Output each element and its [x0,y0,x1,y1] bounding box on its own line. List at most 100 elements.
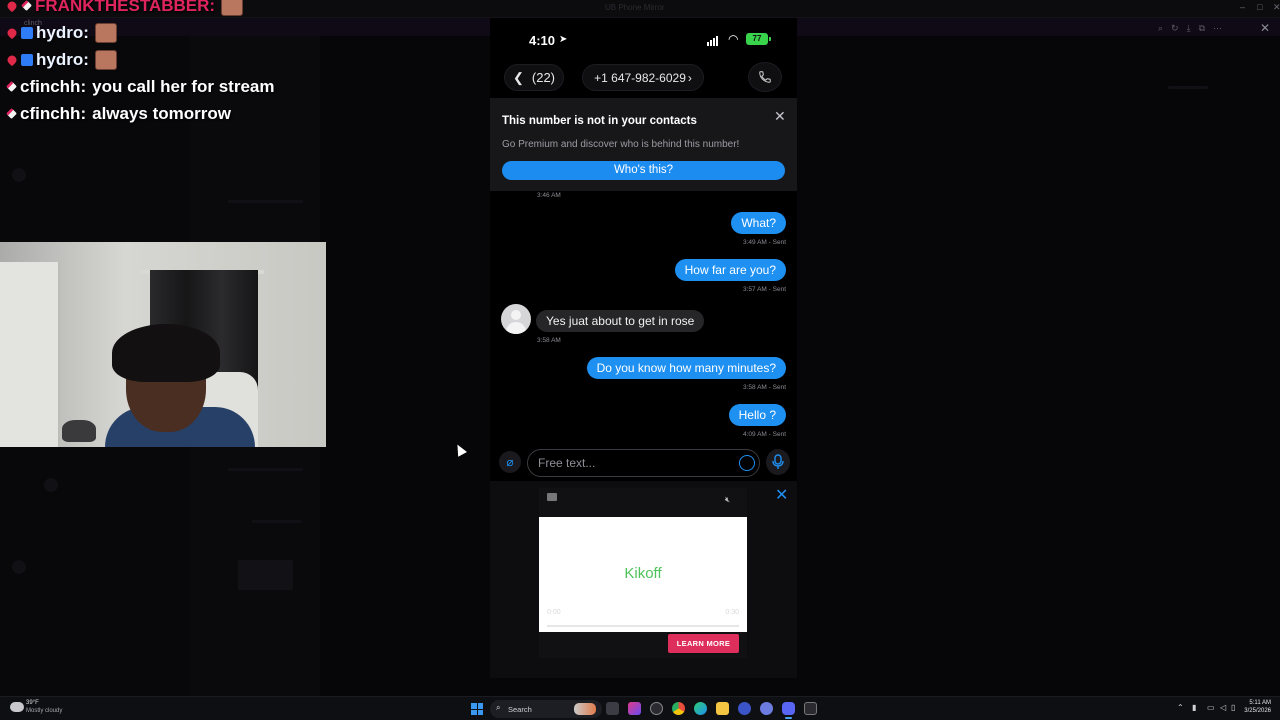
ad-progress-bar [547,625,739,627]
contact-number-button[interactable]: +1 647-982-6029 › [582,64,704,91]
weather-temp[interactable]: 39°F [26,700,39,706]
heart-badge-icon [5,26,19,39]
tray-expand-icon[interactable]: ⌃ [1177,703,1184,712]
heart-badge-icon [5,53,19,66]
message-timestamp: 4:09 AM - Sent [743,431,786,438]
contact-avatar[interactable] [501,304,531,334]
taskbar-clock-time[interactable]: 5:11 AM [1241,700,1271,706]
edge-icon[interactable] [694,702,707,715]
cloud-icon[interactable] [10,702,24,712]
mirror-close-icon[interactable]: ✕ [1260,21,1270,35]
location-icon: ➤ [559,34,568,45]
chat-username: hydro [36,22,84,42]
learn-more-button[interactable]: LEARN MORE [668,634,739,653]
file-explorer-icon[interactable] [716,702,729,715]
message-composer: ⌀ [490,447,797,481]
call-button[interactable] [748,62,782,92]
chat-message: FRANKTHESTABBER : [5,0,274,19]
emoji-icon[interactable] [739,455,755,471]
message-input[interactable] [538,455,728,471]
ad-info-icon[interactable] [547,493,557,501]
discord-icon[interactable] [782,702,795,719]
bg-decoration [12,168,26,182]
attach-icon[interactable]: ⌀ [499,451,521,473]
chat-message: hydro : [5,46,274,73]
message-bubble-outgoing[interactable]: Hello ? [728,404,786,426]
rotate-icon[interactable]: ↻ [1171,23,1179,34]
mute-icon[interactable]: 🔇︎ [725,495,730,505]
maximize-icon[interactable]: □ [1257,2,1262,12]
ad-close-icon[interactable]: ✕ [775,485,788,505]
message-bubble-outgoing[interactable]: How far are you? [674,259,786,281]
tray-app-icon[interactable]: ▮ [1192,703,1196,712]
terminal-icon[interactable] [804,702,817,715]
task-view-icon[interactable] [606,702,619,715]
conversation-header: ❮ (22) +1 647-982-6029 › [490,62,797,102]
message-bubble-outgoing[interactable]: Do you know how many minutes? [586,357,786,379]
taskbar: 39°F Mostly cloudy ⌕ Search ⌃ ▮ ▭ ◁ ▯ 5:… [0,696,1280,720]
heart-badge-icon [5,0,19,12]
message-bubble-incoming[interactable]: Yes juat about to get in rose [536,310,705,332]
search-label: Search [508,705,532,714]
zoom-icon[interactable]: ⌕ [1158,23,1163,34]
chat-separator: : [80,76,87,96]
microphone-button[interactable] [766,449,790,475]
chat-separator: : [80,103,87,123]
popout-icon[interactable]: ⧉ [1199,23,1205,34]
screen: UB Phone Mirror – □ ✕ ⌕ ↻ ⤓ ⧉ ⋯ ✕ FRANKT… [0,0,1280,720]
app-icon[interactable] [760,702,773,715]
weather-description[interactable]: Mostly cloudy [26,708,62,714]
bg-decoration [12,560,26,574]
bg-decoration [228,200,303,203]
bg-window-title: UB Phone Mirror [605,3,665,12]
sub-badge-icon [21,53,33,66]
chat-text: you call her for stream [92,76,275,96]
minimize-icon[interactable]: – [1240,2,1245,12]
battery-tray-icon[interactable]: ▯ [1231,703,1235,712]
message-bubble-outgoing[interactable]: What? [731,212,786,234]
chat-username: hydro [36,49,84,69]
status-bar: 4:10 ➤ ◠ 77 [490,18,797,64]
volume-icon[interactable]: ◁ [1220,703,1226,712]
close-icon[interactable]: ✕ [774,108,786,125]
download-icon[interactable]: ⤓ [1187,23,1191,34]
unread-count: (22) [531,70,556,85]
more-icon[interactable]: ⋯ [1213,23,1222,34]
ad-video-frame[interactable]: Kikoff 0:00 0:30 [539,517,747,632]
bg-decoration [1168,86,1208,89]
wifi-icon: ◠ [728,32,739,46]
battery-icon: 77 [746,33,771,45]
network-icon[interactable]: ▭ [1207,703,1215,712]
unknown-contact-banner: This number is not in your contacts Go P… [490,98,797,191]
bg-decoration [252,520,302,523]
emote-icon [94,22,117,43]
banner-title: This number is not in your contacts [502,115,697,127]
webcam-door [0,262,60,447]
search-icon: ⌕ [496,703,501,712]
banner-subtitle: Go Premium and discover who is behind th… [502,139,740,150]
sub-badge-icon [21,26,33,39]
taskbar-search[interactable]: ⌕ Search [490,700,602,718]
back-button[interactable]: ❮ (22) [504,64,564,91]
webcam-person-hair [112,324,220,382]
chrome-icon[interactable] [672,702,685,715]
bg-decoration [44,478,58,492]
copilot-icon[interactable] [628,702,641,715]
windows-start-icon[interactable] [471,703,483,715]
ad-card: 🔇︎ Kikoff 0:00 0:30 LEARN MORE [539,488,747,658]
settings-icon[interactable] [650,702,663,715]
bg-decoration [228,468,303,471]
contact-number: +1 647-982-6029 [594,70,686,85]
taskbar-clock-date[interactable]: 3/25/2026 [1236,708,1271,714]
chevron-right-icon: › [687,70,692,85]
stream-chat-overlay: FRANKTHESTABBER : hydro : hydro : cfinch… [5,0,275,127]
chat-separator: : [83,22,89,42]
message-timestamp: 3:46 AM [537,192,561,199]
window-close-icon[interactable]: ✕ [1273,2,1280,13]
webcam-object [62,420,96,442]
pen-badge-icon [21,0,32,11]
app-icon[interactable] [738,702,751,715]
message-timestamp: 3:58 AM [537,337,561,344]
whos-this-button[interactable]: Who's this? [502,161,785,180]
video-ad: ✕ 🔇︎ Kikoff 0:00 0:30 LEARN MORE [490,481,797,678]
